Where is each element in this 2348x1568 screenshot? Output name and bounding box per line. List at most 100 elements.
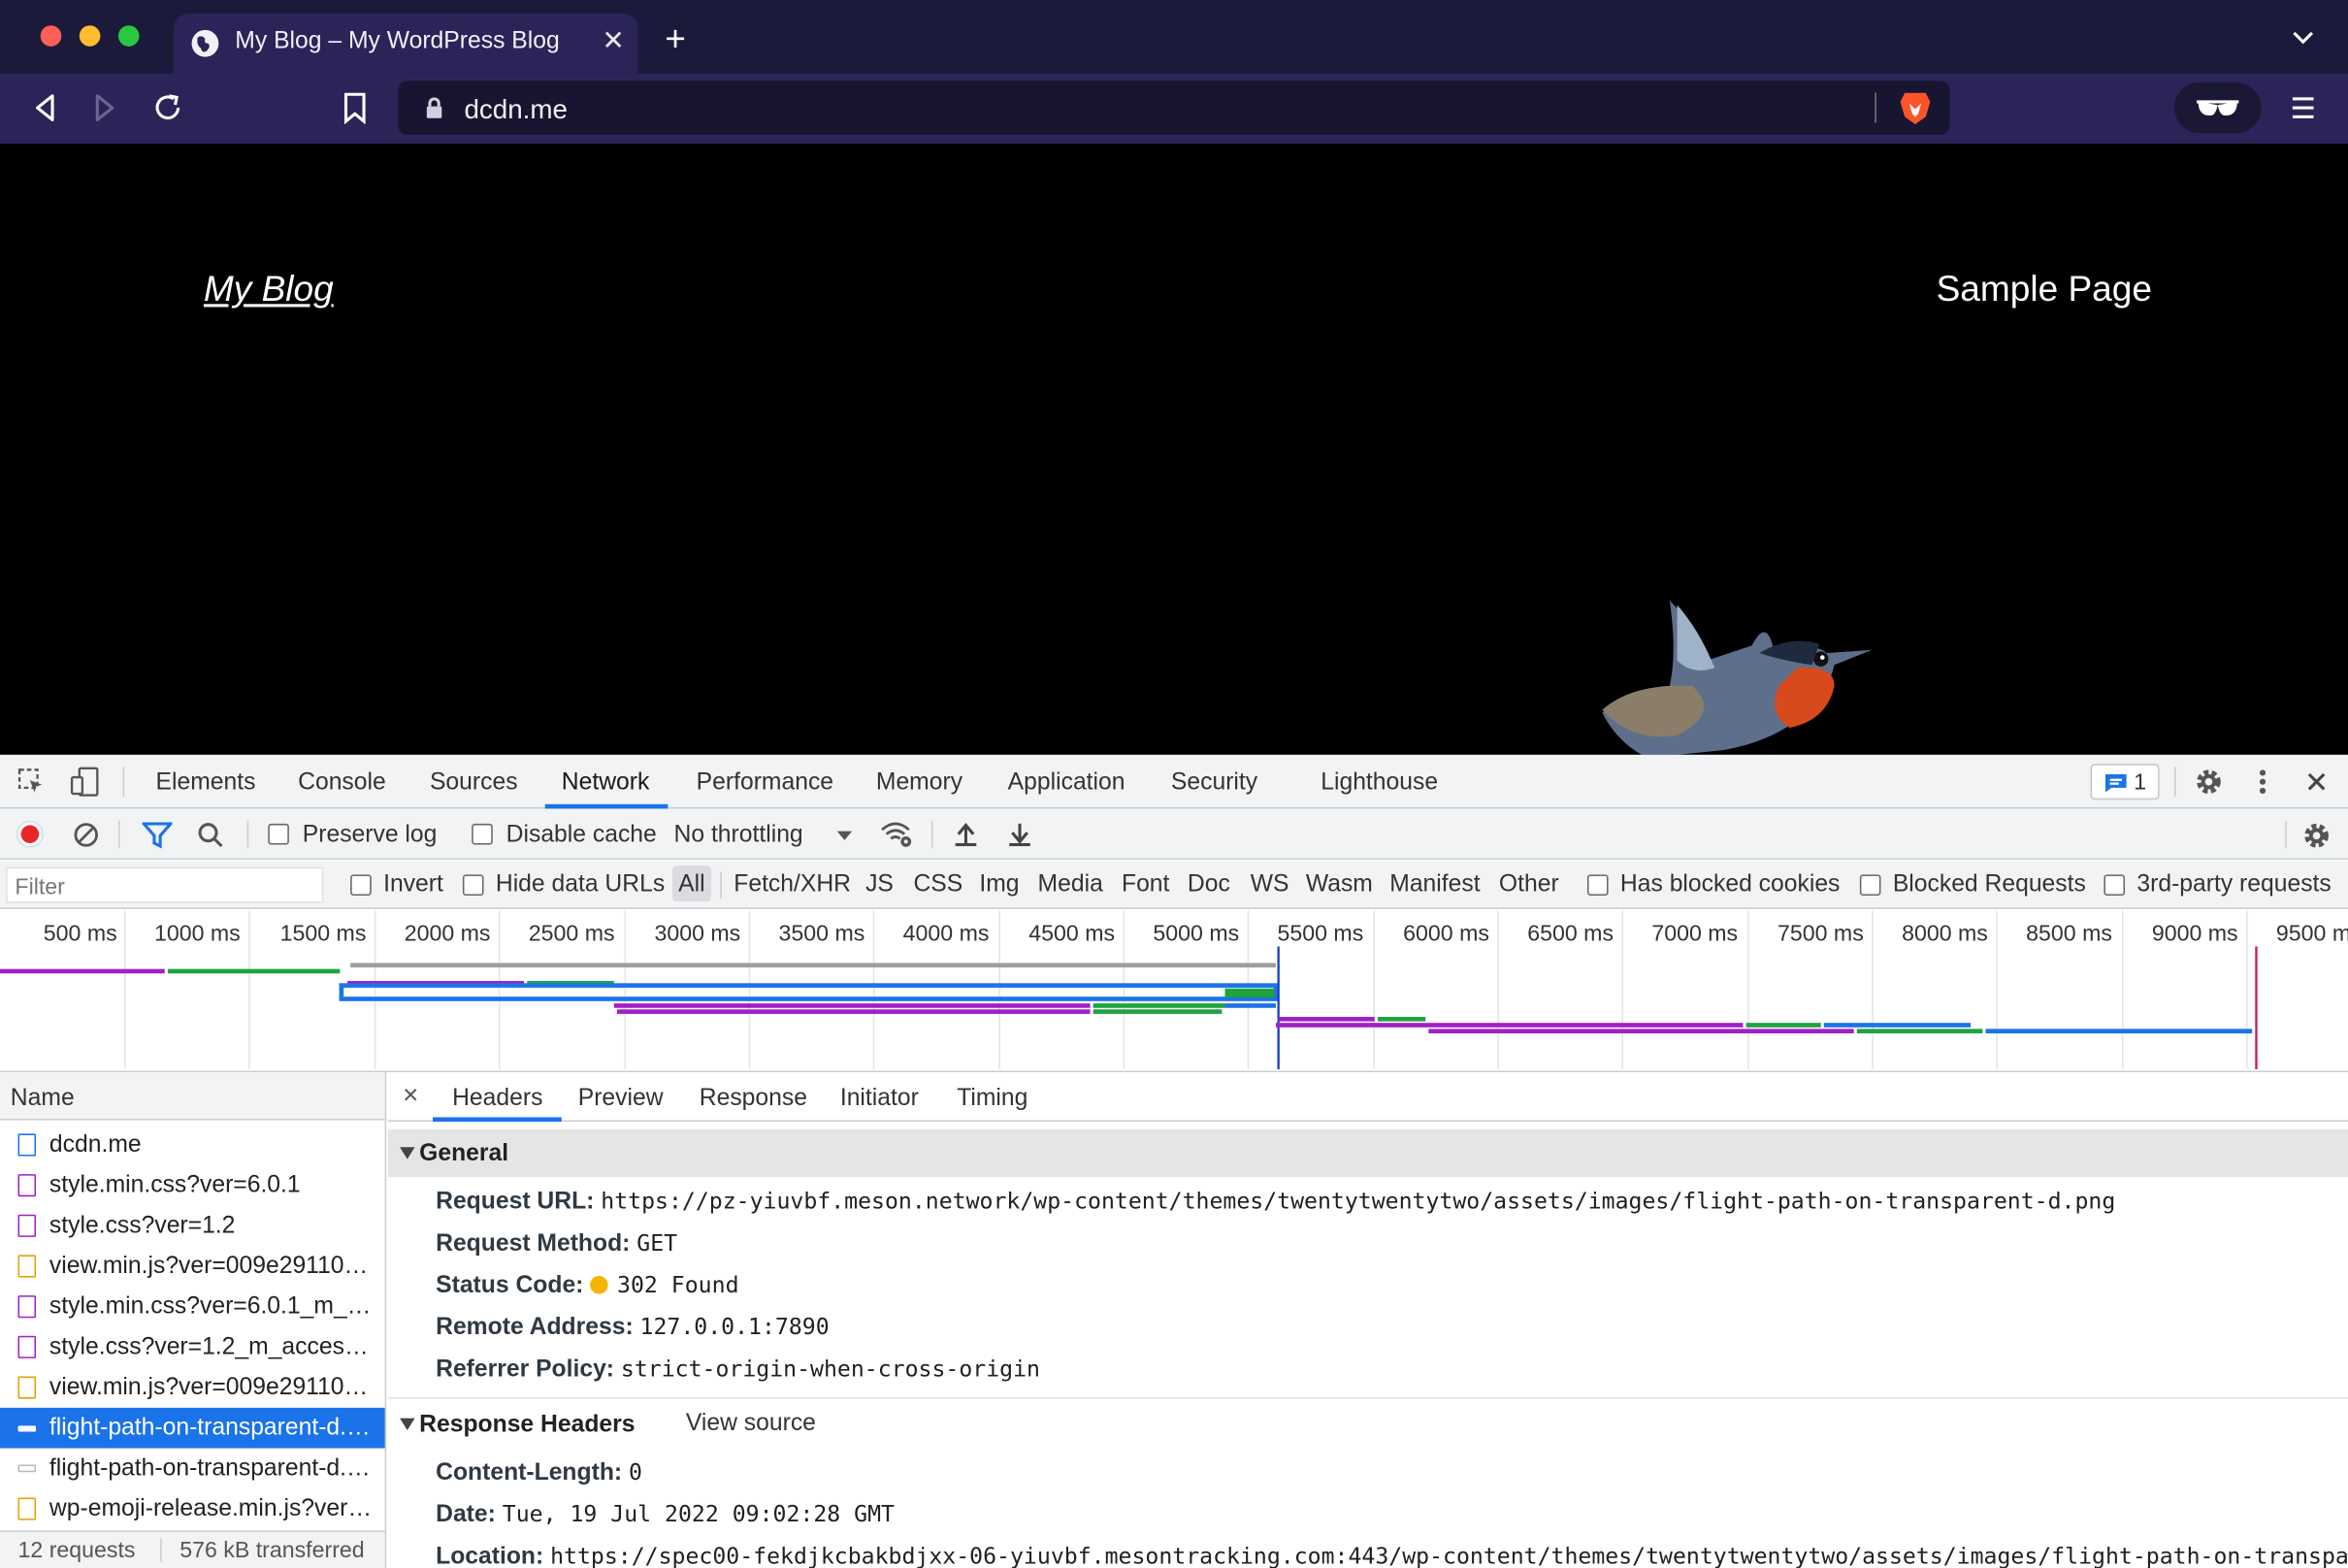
address-bar[interactable]: dcdn.me	[398, 81, 1950, 135]
content-length-row: Content-Length: 0	[436, 1458, 642, 1486]
reload-icon[interactable]	[151, 91, 184, 124]
inspect-element-icon[interactable]	[17, 768, 46, 796]
status-code-row: Status Code: 302 Found	[436, 1271, 738, 1299]
reader-mode-button[interactable]	[2173, 82, 2262, 134]
new-tab-icon[interactable]: +	[665, 21, 686, 58]
filter-bar: Filter Invert Hide data URLs All Fetch/X…	[0, 861, 2348, 909]
settings-gear-icon[interactable]	[2194, 767, 2224, 797]
request-row[interactable]: dcdn.me	[0, 1125, 385, 1165]
filter-type-all[interactable]: All	[678, 871, 704, 898]
tab-lighthouse[interactable]: Lighthouse	[1321, 769, 1438, 797]
sample-page-link[interactable]: Sample Page	[1937, 270, 2152, 311]
filter-type-js[interactable]: JS	[865, 871, 894, 898]
request-row[interactable]: style.css?ver=1.2_m_access_token	[0, 1327, 385, 1368]
request-row-selected[interactable]: flight-path-on-transparent-d.png	[0, 1407, 385, 1449]
filter-type-img[interactable]: Img	[979, 871, 1019, 898]
filter-icon[interactable]	[142, 822, 173, 849]
tab-response[interactable]: Response	[700, 1086, 807, 1113]
filter-type-ws[interactable]: WS	[1251, 871, 1289, 898]
transferred-size: 576 kB transferred	[179, 1538, 365, 1564]
back-icon[interactable]	[30, 91, 60, 124]
issues-badge[interactable]: 1	[2090, 764, 2160, 800]
minimize-window-button[interactable]	[79, 25, 101, 47]
timeline-bar	[1856, 1029, 1983, 1033]
search-icon[interactable]	[198, 822, 225, 849]
clear-icon[interactable]	[74, 822, 99, 847]
filter-type-manifest[interactable]: Manifest	[1389, 871, 1480, 898]
response-headers-section-header[interactable]: Response Headers View source	[388, 1400, 2348, 1448]
request-row[interactable]: style.css?ver=1.2	[0, 1205, 385, 1246]
general-section-header[interactable]: General	[387, 1128, 2348, 1178]
header-value: GET	[636, 1229, 678, 1257]
request-row[interactable]: view.min.js?ver=009e29110e016c14bac4ba0e…	[0, 1367, 385, 1408]
bookmark-icon[interactable]	[342, 91, 369, 125]
tab-network[interactable]: Network	[562, 769, 650, 797]
tab-memory[interactable]: Memory	[876, 769, 962, 797]
tab-initiator[interactable]: Initiator	[840, 1086, 919, 1113]
tab-performance[interactable]: Performance	[697, 769, 833, 797]
filter-type-other[interactable]: Other	[1499, 871, 1559, 898]
filter-type-font[interactable]: Font	[1122, 871, 1169, 898]
close-detail-icon[interactable]: ×	[403, 1080, 418, 1111]
brave-shields-icon[interactable]	[1899, 90, 1932, 126]
filter-type-media[interactable]: Media	[1038, 871, 1103, 898]
tab-sources[interactable]: Sources	[430, 769, 518, 797]
dropdown-arrow-icon[interactable]	[835, 830, 854, 841]
filter-type-wasm[interactable]: Wasm	[1306, 871, 1373, 898]
request-name: wp-emoji-release.min.js?ver=6.0.1	[49, 1495, 375, 1522]
filter-type-css[interactable]: CSS	[913, 871, 962, 898]
timeline-bar	[0, 968, 165, 974]
date-row: Date: Tue, 19 Jul 2022 09:02:28 GMT	[436, 1501, 895, 1529]
zoom-window-button[interactable]	[117, 25, 140, 47]
header-key: Referrer Policy:	[436, 1356, 615, 1383]
divider	[122, 767, 125, 798]
has-blocked-cookies-label: Has blocked cookies	[1619, 871, 1841, 898]
has-blocked-cookies-checkbox[interactable]	[1586, 874, 1609, 896]
request-row[interactable]: style.min.css?ver=6.0.1	[0, 1165, 385, 1206]
tab-headers[interactable]: Headers	[452, 1086, 542, 1113]
view-source-link[interactable]: View source	[686, 1411, 816, 1438]
invert-checkbox[interactable]	[350, 874, 372, 896]
timeline-bar	[350, 963, 1276, 968]
name-column-header[interactable]: Name	[0, 1072, 385, 1121]
network-settings-gear-icon[interactable]	[2301, 821, 2332, 851]
request-row[interactable]: view.min.js?ver=009e29110e016c14bac4ba0e…	[0, 1246, 385, 1287]
network-overview-timeline[interactable]: 500 ms 1000 ms 1500 ms 2000 ms 2500 ms 3…	[0, 910, 2348, 1073]
preserve-log-checkbox[interactable]	[268, 823, 289, 845]
filter-type-doc[interactable]: Doc	[1188, 871, 1230, 898]
timeline-bar	[616, 1009, 1091, 1014]
tab-console[interactable]: Console	[298, 769, 386, 797]
throttling-select[interactable]: No throttling	[674, 822, 803, 849]
device-toolbar-icon[interactable]	[70, 767, 101, 797]
header-key: Request URL:	[436, 1189, 595, 1215]
export-har-icon[interactable]	[1008, 821, 1032, 848]
third-party-checkbox[interactable]	[2103, 874, 2126, 896]
chevron-down-icon[interactable]	[2291, 30, 2315, 45]
request-method-row: Request Method: GET	[436, 1229, 677, 1258]
record-button[interactable]	[16, 820, 44, 848]
timeline-bar	[1823, 1023, 1972, 1028]
request-row[interactable]: style.min.css?ver=6.0.1_m_access_token	[0, 1287, 385, 1327]
tab-application[interactable]: Application	[1008, 769, 1125, 797]
hamburger-menu-icon[interactable]	[2291, 94, 2315, 121]
blocked-requests-checkbox[interactable]	[1859, 874, 1881, 896]
request-row[interactable]: wp-emoji-release.min.js?ver=6.0.1	[0, 1488, 385, 1529]
close-window-button[interactable]	[40, 25, 62, 47]
tab-elements[interactable]: Elements	[156, 769, 256, 797]
tab-timing[interactable]: Timing	[957, 1086, 1027, 1113]
close-devtools-icon[interactable]	[2306, 771, 2328, 793]
request-row[interactable]: flight-path-on-transparent-d.png	[0, 1449, 385, 1489]
filter-input[interactable]: Filter	[6, 866, 324, 903]
tab-close-icon[interactable]: ✕	[602, 25, 624, 56]
tab-preview[interactable]: Preview	[578, 1086, 664, 1113]
browser-tab[interactable]: My Blog – My WordPress Blog ✕	[174, 13, 638, 74]
hide-data-urls-checkbox[interactable]	[462, 874, 484, 896]
network-conditions-icon[interactable]	[880, 821, 913, 848]
site-title-link[interactable]: My Blog	[204, 270, 334, 311]
forward-icon[interactable]	[90, 91, 120, 124]
tab-security[interactable]: Security	[1171, 769, 1257, 797]
more-options-icon[interactable]	[2258, 767, 2266, 797]
import-har-icon[interactable]	[954, 821, 978, 848]
disable-cache-checkbox[interactable]	[472, 823, 493, 845]
filter-type-fetch-xhr[interactable]: Fetch/XHR	[734, 871, 851, 898]
